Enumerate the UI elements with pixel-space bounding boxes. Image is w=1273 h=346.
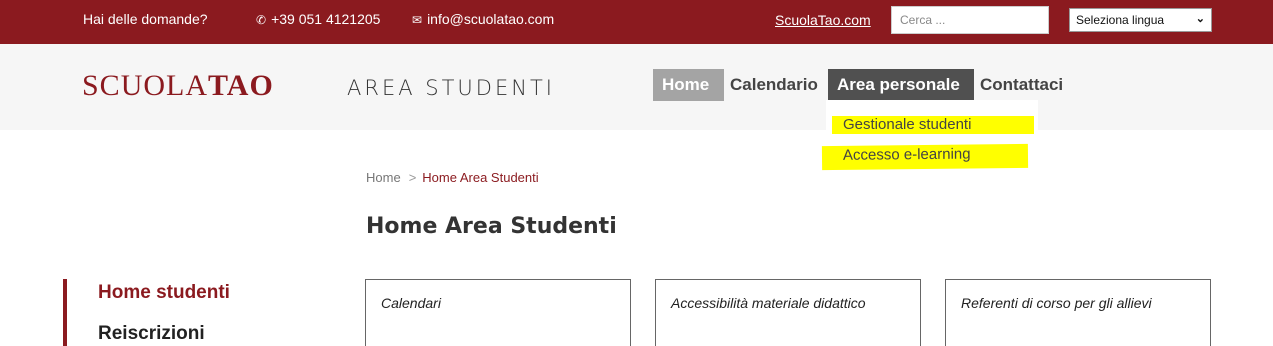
phone-contact[interactable]: ✆ +39 051 4121205 [256,11,380,27]
breadcrumb-home[interactable]: Home [366,170,401,185]
nav-item-contattaci[interactable]: Contattaci [971,69,1072,101]
sidebar-item-reiscrizioni[interactable]: Reiscrizioni [98,323,205,345]
area-title: AREA STUDENTI [347,76,555,100]
breadcrumb-current: Home Area Studenti [422,170,539,185]
site-header: SCUOLATAO AREA STUDENTI Home Calendario … [0,44,1273,130]
language-select-label: Seleziona lingua [1076,13,1165,27]
nav-item-area-personale[interactable]: Area personale [828,69,974,101]
email-address: info@scuolatao.com [427,11,555,27]
email-contact[interactable]: ✉ info@scuolatao.com [412,11,554,27]
language-select[interactable]: Seleziona lingua ⌄ [1069,8,1212,32]
logo-text-bold: TAO [208,69,274,102]
site-link[interactable]: ScuolaTao.com [775,12,871,28]
search-input[interactable] [891,6,1049,34]
dropdown-item-elearning[interactable]: Accesso e-learning [821,143,1029,171]
sidebar-accent-bar [63,279,67,346]
breadcrumb-separator: > [408,170,417,185]
card-title: Calendari [381,295,441,311]
top-bar: Hai delle domande? ✆ +39 051 4121205 ✉ inf… [0,0,1273,44]
chevron-down-icon: ⌄ [1195,13,1205,25]
page-title: Home Area Studenti [366,214,617,239]
sidebar-item-home-studenti[interactable]: Home studenti [98,282,230,304]
phone-number: +39 051 4121205 [271,11,381,27]
logo-text-light: SCUOLA [82,69,209,102]
question-text: Hai delle domande? [83,11,208,27]
dropdown-item-gestionale[interactable]: Gestionale studenti [832,116,1034,134]
envelope-icon: ✉ [412,13,423,27]
card-title: Accessibilità materiale didattico [671,295,866,311]
nav-item-home[interactable]: Home [653,69,724,101]
card-referenti[interactable]: Referenti di corso per gli allievi [945,279,1211,346]
card-title: Referenti di corso per gli allievi [961,295,1152,311]
card-accessibilita[interactable]: Accessibilità materiale didattico [655,279,921,346]
card-calendari[interactable]: Calendari [365,279,631,346]
nav-item-calendario[interactable]: Calendario [721,69,827,101]
phone-icon: ✆ [256,13,267,27]
breadcrumb: Home > Home Area Studenti [366,170,539,185]
logo[interactable]: SCUOLATAO [82,69,274,103]
